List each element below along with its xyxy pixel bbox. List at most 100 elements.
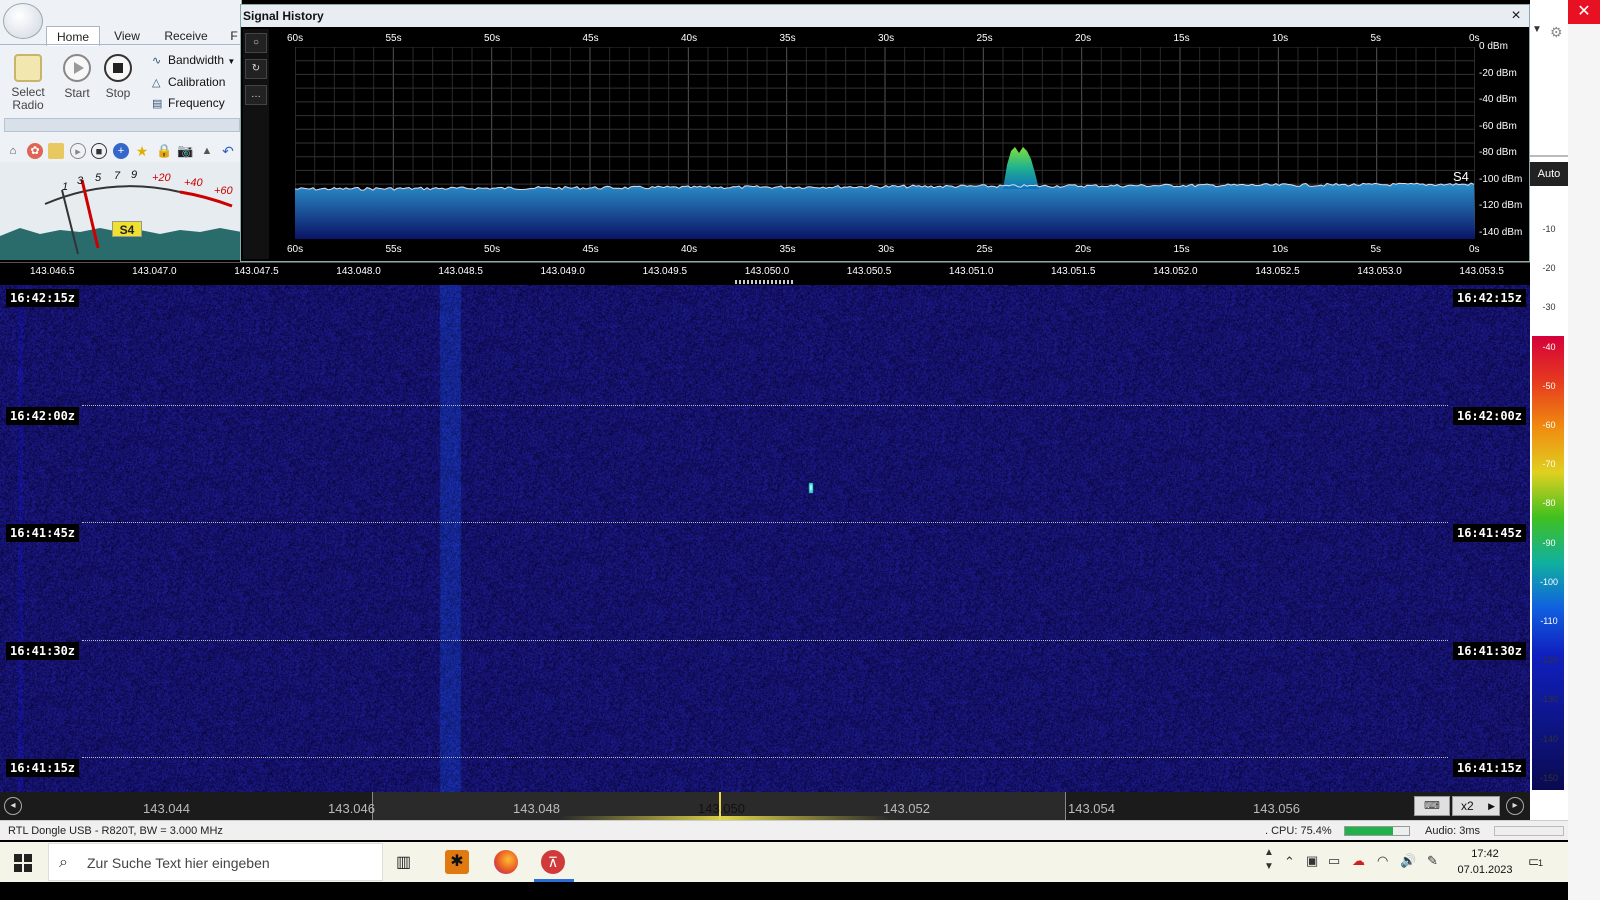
cloud-error-icon[interactable]: ☁ <box>1352 853 1365 869</box>
battery-icon[interactable]: ▭ <box>1328 853 1340 869</box>
dbm-tick: -100 dBm <box>1479 173 1523 185</box>
wifi-icon[interactable]: ◠ <box>1377 853 1388 869</box>
time-tick-bottom: 45s <box>582 244 599 255</box>
time-label-right: 16:41:15z <box>1452 759 1526 777</box>
stop-button[interactable]: Stop <box>96 52 140 100</box>
notification-icon[interactable]: ▭ 1 <box>1528 852 1544 870</box>
scale-3: 3 <box>77 175 84 187</box>
splitter-grip[interactable] <box>735 280 795 284</box>
clock[interactable]: 17:42 07.01.2023 <box>1450 846 1520 878</box>
time-tick-bottom: 10s <box>1272 244 1289 255</box>
undo-icon[interactable]: ↶ <box>220 143 236 159</box>
time-label-right: 16:41:45z <box>1452 524 1526 542</box>
play-small-icon[interactable]: ▸ <box>70 143 86 159</box>
tab-view[interactable]: View <box>104 26 150 46</box>
time-tick-top: 10s <box>1272 33 1289 44</box>
monitor-icon[interactable]: ▣ <box>1306 853 1318 869</box>
time-tick-bottom: 50s <box>484 244 501 255</box>
sdr-app-icon[interactable]: ⊼ <box>541 850 565 874</box>
tab-home[interactable]: Home <box>46 26 100 46</box>
scale-9: 9 <box>131 169 137 181</box>
tab-receive[interactable]: Receive <box>156 26 216 46</box>
colorbar-label: -70 <box>1542 459 1556 470</box>
more-icon[interactable]: … <box>245 85 267 105</box>
cpu-meter <box>1344 826 1410 836</box>
zoom-selector[interactable]: x2 ▶ <box>1452 796 1500 816</box>
time-label-left: 16:41:30z <box>6 641 80 660</box>
frequency-bar[interactable]: ◂ 143.044 143.046 143.048 143.050 143.052 143… <box>0 792 1530 820</box>
dbm-tick: -140 dBm <box>1479 227 1523 238</box>
select-radio-label-2: Radio <box>12 98 44 112</box>
s-meter-dial: 1 3 5 7 9 +20 +40 +60 <box>0 162 241 260</box>
pen-icon[interactable]: ✎ <box>1427 853 1438 869</box>
camera-icon[interactable]: 📷 <box>177 143 193 159</box>
tray-scroll-icon[interactable]: ▲ ▼ <box>1264 846 1274 874</box>
chevron-up-icon[interactable]: ⌃ <box>1284 854 1295 870</box>
firefox-icon[interactable] <box>494 850 518 874</box>
bandwidth-button[interactable]: ∿ Bandwidth ▼ <box>152 51 235 69</box>
freq-axis-tick: 143.044 <box>143 801 190 816</box>
stop-small-icon[interactable]: ■ <box>91 143 107 159</box>
star-icon[interactable]: ★ <box>134 143 150 159</box>
time-tick-top: 40s <box>681 33 698 44</box>
flask-icon[interactable]: ▲ <box>199 143 215 159</box>
freq-axis-tick: 143.048 <box>513 801 560 816</box>
frequency-button[interactable]: ▤ Frequency <box>152 94 225 112</box>
add-icon[interactable]: + <box>113 143 129 159</box>
time-tick-top: 25s <box>976 33 993 44</box>
keyboard-icon[interactable]: ⌨ <box>1414 796 1450 816</box>
select-radio-button[interactable]: Select Radio <box>6 52 50 112</box>
search-input[interactable]: ⌕ Zur Suche Text hier eingeben <box>48 843 383 881</box>
tab-divider <box>0 44 242 45</box>
task-view-icon[interactable]: ▥ <box>396 852 418 872</box>
time-label-left: 16:41:45z <box>6 524 80 542</box>
time-gridline <box>82 522 1448 523</box>
s-meter: 1 3 5 7 9 +20 +40 +60 <box>0 162 242 260</box>
ribbon-footer <box>4 118 240 132</box>
signal-history-window: Signal History × ○ ↻ … S4 60s 60s 55s 55… <box>240 4 1530 262</box>
time-tick-bottom: 25s <box>976 244 993 255</box>
home-icon[interactable]: ⌂ <box>5 143 21 159</box>
waterfall[interactable]: 16:42:15z 16:42:15z 16:42:00z 16:42:00z 16:4… <box>0 285 1530 792</box>
time-tick-bottom: 5s <box>1370 244 1382 255</box>
main-close-icon[interactable]: ✕ <box>1568 0 1600 24</box>
calibration-button[interactable]: △ Calibration <box>152 73 225 91</box>
time-gridline <box>82 405 1448 406</box>
scroll-left-icon[interactable]: ◂ <box>4 797 22 815</box>
quick-toolbar: ⌂ ✿ ▸ ■ + ★ 🔒 📷 ▲ ↶ <box>0 140 242 162</box>
speaker-icon[interactable]: 🔊 <box>1400 853 1416 869</box>
time-tick-top: 20s <box>1075 33 1092 44</box>
reset-icon[interactable]: ↻ <box>245 59 267 79</box>
scroll-right-icon[interactable]: ▸ <box>1506 797 1524 815</box>
radio-folder-icon <box>14 54 42 82</box>
dbm-tick: -80 dBm <box>1479 147 1517 159</box>
close-icon[interactable]: × <box>1507 5 1525 27</box>
auto-button[interactable]: Auto <box>1530 162 1568 186</box>
gear-icon[interactable]: ⚙ <box>1550 24 1563 41</box>
bandwidth-label: Bandwidth <box>168 53 225 67</box>
time-gridline <box>82 757 1448 758</box>
app-menu-button[interactable] <box>3 3 43 39</box>
lifebuoy-icon[interactable]: ✿ <box>27 143 43 159</box>
circle-icon[interactable]: ○ <box>245 33 267 53</box>
windows-start-icon[interactable] <box>14 854 32 872</box>
colorbar-label: -150 <box>1539 772 1558 783</box>
time-tick-bottom: 35s <box>779 244 796 255</box>
time-label-left: 16:41:15z <box>6 759 80 777</box>
freq-axis-tick: 143.052 <box>883 801 930 816</box>
freq-tick: 143.053.0 <box>1357 266 1402 277</box>
colorbar-label: -30 <box>1542 302 1556 313</box>
dbm-tick: -20 dBm <box>1479 67 1517 79</box>
freq-tick: 143.052.5 <box>1255 266 1300 277</box>
scale-5: 5 <box>95 172 102 184</box>
start-button[interactable]: Start <box>55 52 99 100</box>
folder-icon[interactable] <box>48 143 64 159</box>
tab-more[interactable]: F <box>228 26 240 46</box>
lock-icon[interactable]: 🔒 <box>156 143 172 159</box>
app-icon-spark[interactable]: ✱ <box>445 850 469 874</box>
colorbar-gradient <box>1532 336 1564 790</box>
time-tick-top: 50s <box>484 33 501 44</box>
colorbar-label: -80 <box>1542 498 1556 509</box>
notification-count: 1 <box>1538 858 1544 868</box>
dbm-tick: 0 dBm <box>1479 41 1508 52</box>
